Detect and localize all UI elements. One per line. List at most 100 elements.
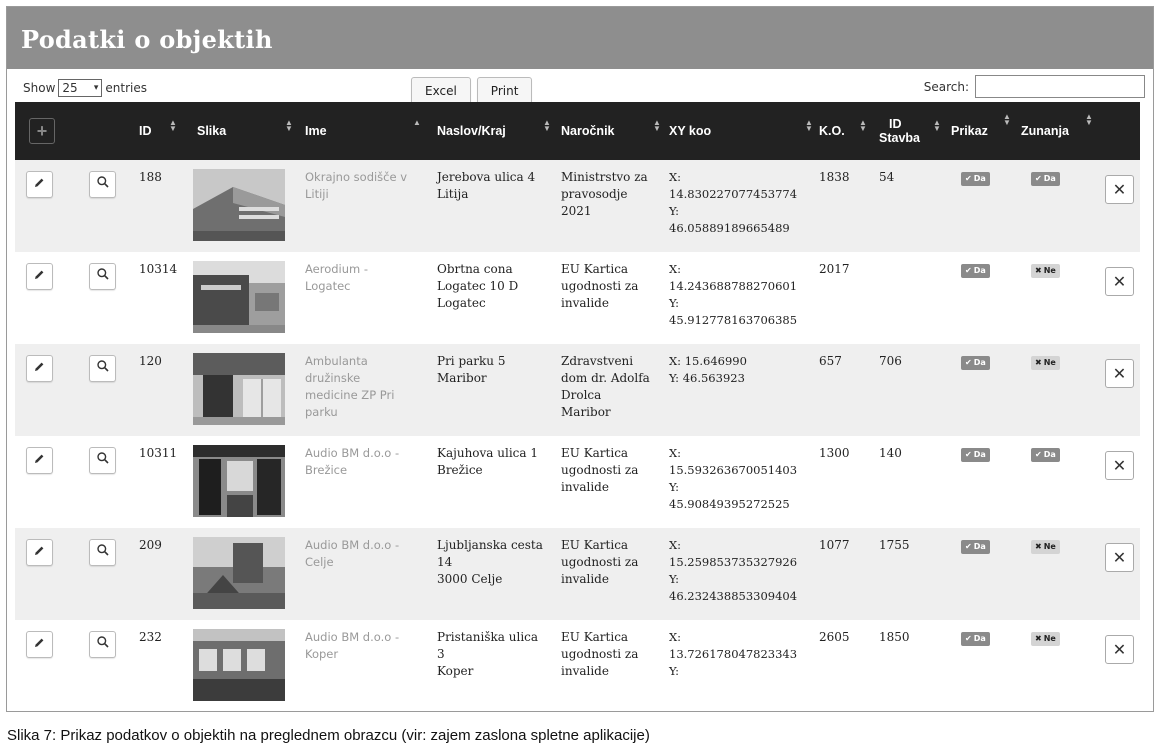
- coordinate-line: X:: [669, 262, 682, 276]
- zunanja-badge: ✖ Ne: [1031, 263, 1060, 278]
- address-line: Ljubljanska cesta: [437, 538, 543, 552]
- figure-caption: Slika 7: Prikaz podatkov o objektih na p…: [7, 727, 650, 744]
- coordinate-line: 45.912778163706385: [669, 313, 798, 327]
- name-line: Okrajno sodišče v: [305, 170, 408, 184]
- client-line: Drolca: [561, 388, 602, 402]
- name-line: Audio BM d.o.o -: [305, 538, 400, 552]
- delete-button[interactable]: ✕: [1105, 267, 1134, 296]
- name-line: Ambulanta: [305, 354, 368, 368]
- client-line: EU Kartica: [561, 262, 629, 276]
- pencil-icon: [33, 268, 46, 286]
- prikaz-badge-label: Da: [973, 174, 986, 183]
- view-button[interactable]: [89, 171, 116, 198]
- sort-arrows-icon: ▲ ▼: [859, 118, 867, 133]
- check-icon: ✔: [1035, 174, 1042, 183]
- edit-button[interactable]: [26, 355, 53, 382]
- edit-cell: [15, 252, 83, 344]
- table-row: 209 Audio BM d.o.o - Celje Ljubljanska cest…: [15, 528, 1140, 620]
- client-line: ugodnosti za: [561, 463, 639, 477]
- building-id-cell: 54: [879, 170, 895, 184]
- delete-button[interactable]: ✕: [1105, 175, 1134, 204]
- search-input[interactable]: [975, 75, 1145, 98]
- coordinates-cell: X: 13.726178047823343 Y:: [665, 620, 815, 706]
- address-line: Litija: [437, 187, 469, 201]
- check-icon: ✔: [1035, 450, 1042, 459]
- edit-button[interactable]: [26, 263, 53, 290]
- table-body: 188 Okrajno sodišče v Litiji Jerebova ulica…: [15, 160, 1140, 706]
- header-prikaz[interactable]: Prikaz ▲ ▼: [947, 102, 1017, 160]
- address-cell: Pri parku 5 Maribor: [433, 344, 557, 436]
- coordinate-line: 14.243688788270601: [669, 279, 798, 293]
- coordinate-line: Y:: [669, 572, 680, 586]
- view-button[interactable]: [89, 539, 116, 566]
- building-photo: [193, 261, 285, 333]
- name-cell[interactable]: Aerodium - Logatec: [301, 252, 433, 344]
- header-xy[interactable]: XY koo ▲ ▼: [665, 102, 815, 160]
- ko-cell: 1300: [819, 446, 850, 460]
- edit-cell: [15, 436, 83, 528]
- header-narocnik[interactable]: Naročnik ▲ ▼: [557, 102, 665, 160]
- prikaz-badge-label: Da: [973, 266, 986, 275]
- ko-cell: 2017: [819, 262, 850, 276]
- coordinate-line: 15.259853735327926: [669, 555, 798, 569]
- building-photo: [193, 353, 285, 425]
- address-line: Pristaniška ulica: [437, 630, 539, 644]
- close-icon: ✕: [1112, 180, 1127, 199]
- show-label: Show: [23, 81, 56, 95]
- header-slika[interactable]: Slika ▲ ▼: [193, 102, 301, 160]
- name-cell[interactable]: Audio BM d.o.o - Celje: [301, 528, 433, 620]
- edit-button[interactable]: [26, 631, 53, 658]
- entries-label: entries: [105, 81, 147, 95]
- table-row: 10314 Aerodium - Logatec Obrtna cona Logatec…: [15, 252, 1140, 344]
- id-cell: 10311: [139, 446, 178, 460]
- excel-button[interactable]: Excel: [411, 77, 471, 105]
- view-button[interactable]: [89, 263, 116, 290]
- delete-button[interactable]: ✕: [1105, 359, 1134, 388]
- name-cell[interactable]: Audio BM d.o.o - Brežice: [301, 436, 433, 528]
- view-button[interactable]: [89, 355, 116, 382]
- check-icon: ✔: [965, 358, 972, 367]
- prikaz-badge-label: Da: [973, 634, 986, 643]
- name-cell[interactable]: Ambulanta družinske medicine ZP Pri parku: [301, 344, 433, 436]
- image-cell: [193, 620, 301, 706]
- delete-button[interactable]: ✕: [1105, 543, 1134, 572]
- ko-cell: 2605: [819, 630, 850, 644]
- view-button[interactable]: [89, 447, 116, 474]
- header-id[interactable]: ID ▲ ▼: [135, 102, 193, 160]
- zunanja-badge-label: Ne: [1043, 358, 1056, 367]
- magnifier-icon: [96, 359, 110, 378]
- chevron-down-icon: ▾: [93, 83, 99, 93]
- view-button[interactable]: [89, 631, 116, 658]
- header-ime[interactable]: Ime ▲: [301, 102, 433, 160]
- edit-button[interactable]: [26, 447, 53, 474]
- coordinate-line: X:: [669, 538, 682, 552]
- display-cell: ✔ Da: [947, 344, 1017, 436]
- building-id-cell: 140: [879, 446, 902, 460]
- delete-button[interactable]: ✕: [1105, 451, 1134, 480]
- name-cell[interactable]: Okrajno sodišče v Litiji: [301, 160, 433, 252]
- check-icon: ✔: [965, 542, 972, 551]
- header-naslov[interactable]: Naslov/Kraj ▲ ▼: [433, 102, 557, 160]
- edit-button[interactable]: [26, 539, 53, 566]
- image-cell: [193, 160, 301, 252]
- delete-cell: ✕: [1097, 160, 1140, 252]
- prikaz-badge: ✔ Da: [961, 631, 990, 646]
- print-button[interactable]: Print: [476, 77, 533, 105]
- address-line: 3: [437, 647, 445, 661]
- building-photo: [193, 629, 285, 701]
- entries-select[interactable]: 25 ▾: [58, 79, 103, 97]
- edit-button[interactable]: [26, 171, 53, 198]
- coordinates-cell: X: 15.646990 Y: 46.563923: [665, 344, 815, 436]
- add-button[interactable]: +: [29, 118, 55, 144]
- prikaz-badge: ✔ Da: [961, 263, 990, 278]
- client-line: Zdravstveni: [561, 354, 634, 368]
- name-line: Brežice: [305, 463, 348, 477]
- sort-asc-icon: ▲: [413, 118, 421, 127]
- address-line: Obrtna cona: [437, 262, 513, 276]
- name-cell[interactable]: Audio BM d.o.o - Koper: [301, 620, 433, 706]
- header-zunanja[interactable]: Zunanja ▲ ▼: [1017, 102, 1097, 160]
- header-id-stavba[interactable]: ID Stavba ▲ ▼: [875, 102, 947, 160]
- header-ko[interactable]: K.O. ▲ ▼: [815, 102, 875, 160]
- close-icon: ✕: [1112, 456, 1127, 475]
- delete-button[interactable]: ✕: [1105, 635, 1134, 664]
